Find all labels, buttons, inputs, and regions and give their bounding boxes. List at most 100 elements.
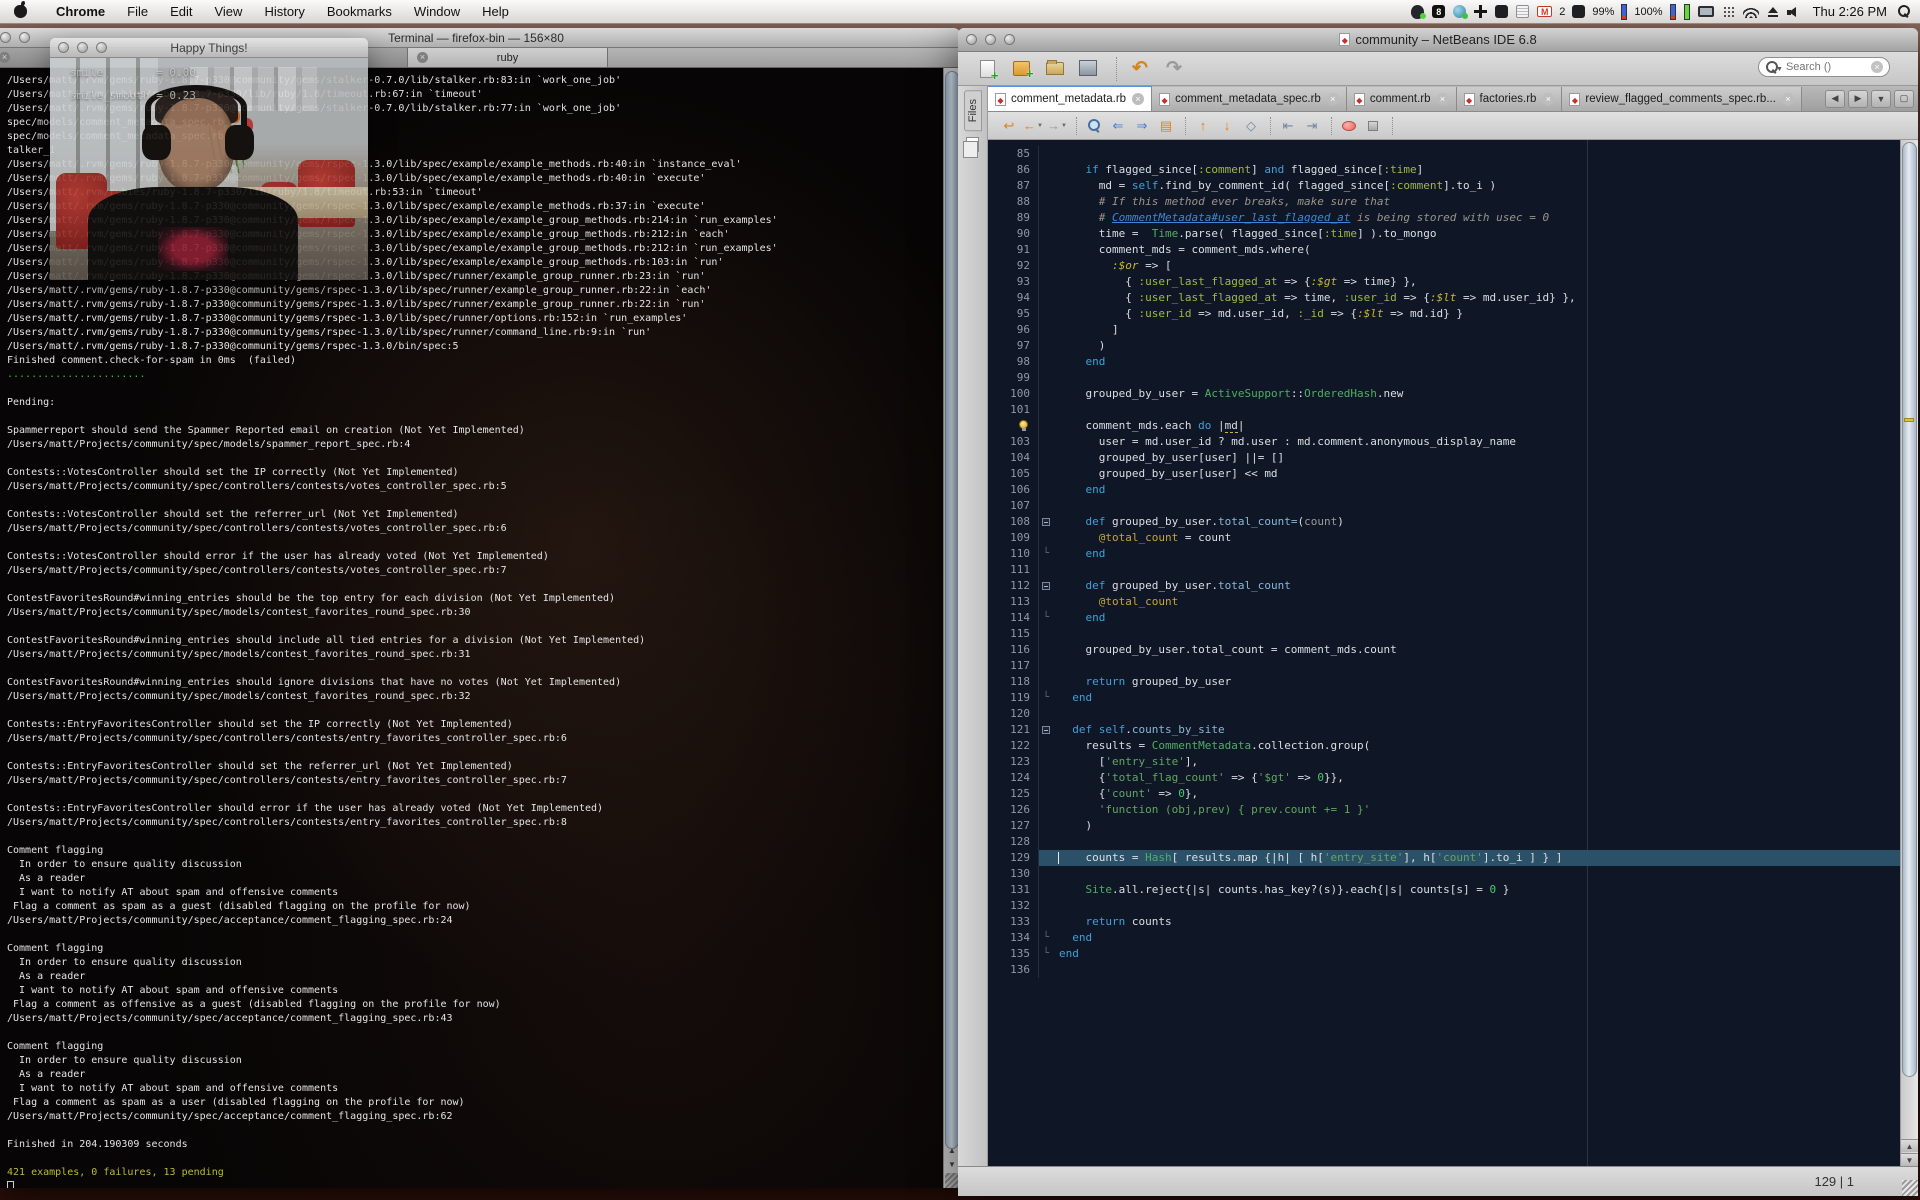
fold-column[interactable] bbox=[1038, 882, 1054, 898]
menu-item-bookmarks[interactable]: Bookmarks bbox=[316, 0, 403, 24]
eject-icon[interactable] bbox=[1767, 0, 1779, 24]
tab-list-chevron-icon[interactable]: ▼ bbox=[1871, 90, 1891, 108]
fold-column[interactable] bbox=[1038, 402, 1054, 418]
fold-column[interactable]: └ bbox=[1038, 690, 1054, 706]
editor-tab-factories-rb[interactable]: factories.rb× bbox=[1457, 87, 1563, 111]
last-edit-location-icon[interactable]: ↩ bbox=[998, 115, 1020, 137]
fold-column[interactable] bbox=[1038, 818, 1054, 834]
fold-column[interactable] bbox=[1038, 594, 1054, 610]
battery-percent-1[interactable]: 99% bbox=[1592, 6, 1614, 18]
fold-column[interactable] bbox=[1038, 466, 1054, 482]
menu-item-window[interactable]: Window bbox=[403, 0, 471, 24]
fold-column[interactable] bbox=[1038, 194, 1054, 210]
fold-column[interactable] bbox=[1038, 210, 1054, 226]
find-previous-icon[interactable]: ⇐ bbox=[1107, 115, 1129, 137]
fold-column[interactable] bbox=[1038, 290, 1054, 306]
fold-column[interactable] bbox=[1038, 338, 1054, 354]
istat-bar-green[interactable] bbox=[1684, 0, 1690, 24]
fold-column[interactable] bbox=[1038, 578, 1054, 594]
tab-close-icon[interactable]: × bbox=[0, 52, 10, 63]
open-project-icon[interactable] bbox=[1040, 55, 1070, 83]
fold-column[interactable] bbox=[1038, 370, 1054, 386]
fold-column[interactable] bbox=[1038, 866, 1054, 882]
menu-item-edit[interactable]: Edit bbox=[159, 0, 203, 24]
save-all-icon[interactable] bbox=[1074, 55, 1104, 83]
toggle-highlight-icon[interactable]: ▤ bbox=[1155, 115, 1177, 137]
tab-close-icon[interactable]: × bbox=[1327, 93, 1339, 105]
menu-item-history[interactable]: History bbox=[253, 0, 315, 24]
istat-bar-2[interactable] bbox=[1670, 0, 1676, 24]
wifi-icon[interactable] bbox=[1743, 0, 1759, 24]
find-next-icon[interactable]: ⇒ bbox=[1131, 115, 1153, 137]
fold-column[interactable] bbox=[1038, 242, 1054, 258]
fold-column[interactable] bbox=[1038, 322, 1054, 338]
next-bookmark-icon[interactable]: ↓ bbox=[1216, 115, 1238, 137]
stop-macro-icon[interactable] bbox=[1362, 115, 1384, 137]
search-input[interactable] bbox=[1786, 61, 1871, 73]
code-editor[interactable]: 85 86 if flagged_since[:comment] and fla… bbox=[988, 140, 1918, 1166]
app-dark-icon-2[interactable] bbox=[1572, 0, 1585, 24]
warning-stripe-mark[interactable] bbox=[1904, 418, 1914, 422]
scroll-up-icon[interactable]: ▲ bbox=[1901, 1139, 1918, 1152]
tab-close-icon[interactable]: × bbox=[417, 52, 428, 63]
shift-left-icon[interactable]: ⇤ bbox=[1277, 115, 1299, 137]
fold-column[interactable] bbox=[1038, 770, 1054, 786]
record-macro-icon[interactable] bbox=[1338, 115, 1360, 137]
netbeans-resize-grip[interactable] bbox=[1902, 1180, 1918, 1196]
gmail-unread-count[interactable]: 2 bbox=[1559, 6, 1565, 18]
new-project-icon[interactable] bbox=[1006, 55, 1036, 83]
search-clear-icon[interactable]: × bbox=[1871, 61, 1883, 73]
undo-icon[interactable]: ↶ bbox=[1125, 55, 1155, 83]
battery-percent-2[interactable]: 100% bbox=[1634, 6, 1662, 18]
fold-column[interactable] bbox=[1038, 226, 1054, 242]
scroll-tabs-right-icon[interactable]: ▶ bbox=[1848, 90, 1868, 108]
menu-item-view[interactable]: View bbox=[203, 0, 253, 24]
search-box[interactable]: ▼ × bbox=[1758, 57, 1890, 77]
redo-icon[interactable]: ↷ bbox=[1159, 55, 1189, 83]
menu-clock[interactable]: Thu 2:26 PM bbox=[1813, 4, 1887, 19]
tab-close-icon[interactable]: × bbox=[1782, 93, 1794, 105]
terminal-scrollbar-thumb[interactable] bbox=[945, 71, 959, 1149]
fold-column[interactable] bbox=[1038, 850, 1054, 866]
fold-column[interactable] bbox=[1038, 354, 1054, 370]
menu-item-chrome[interactable]: Chrome bbox=[45, 0, 116, 24]
fold-column[interactable] bbox=[1038, 562, 1054, 578]
globe-sync-icon[interactable] bbox=[1453, 0, 1466, 24]
fold-column[interactable] bbox=[1038, 162, 1054, 178]
fold-column[interactable]: └ bbox=[1038, 610, 1054, 626]
new-file-icon[interactable] bbox=[972, 55, 1002, 83]
gmail-icon[interactable]: M bbox=[1537, 0, 1552, 24]
find-selection-icon[interactable] bbox=[1083, 115, 1105, 137]
editor-tab-review-flagged-comments-spec-rb-[interactable]: review_flagged_comments_spec.rb...× bbox=[1562, 87, 1802, 111]
fold-column[interactable] bbox=[1038, 914, 1054, 930]
toggle-bookmark-icon[interactable]: ◇ bbox=[1240, 115, 1262, 137]
scroll-down-icon[interactable]: ▼ bbox=[1901, 1153, 1918, 1166]
app-8-icon[interactable]: 8 bbox=[1432, 0, 1445, 24]
terminal-tab-ruby[interactable]: × ruby bbox=[408, 48, 608, 67]
fold-column[interactable] bbox=[1038, 386, 1054, 402]
editor-scrollbar[interactable]: ▲ ▼ bbox=[1900, 140, 1918, 1166]
fold-column[interactable] bbox=[1038, 450, 1054, 466]
menu-item-help[interactable]: Help bbox=[471, 0, 520, 24]
warning-bulb-icon[interactable] bbox=[1019, 420, 1028, 429]
fold-column[interactable] bbox=[1038, 418, 1054, 434]
back-icon[interactable]: ←▼ bbox=[1022, 115, 1044, 137]
fold-column[interactable]: └ bbox=[1038, 546, 1054, 562]
spaces-icon[interactable] bbox=[1722, 0, 1735, 24]
spotlight-icon[interactable] bbox=[1897, 5, 1910, 18]
forward-icon[interactable]: →▼ bbox=[1046, 115, 1068, 137]
fold-column[interactable] bbox=[1038, 802, 1054, 818]
fold-column[interactable] bbox=[1038, 706, 1054, 722]
fold-column[interactable] bbox=[1038, 530, 1054, 546]
fold-column[interactable] bbox=[1038, 658, 1054, 674]
apple-menu-icon[interactable] bbox=[14, 5, 27, 18]
fold-column[interactable] bbox=[1038, 178, 1054, 194]
scroll-tabs-left-icon[interactable]: ◀ bbox=[1825, 90, 1845, 108]
fold-column[interactable]: └ bbox=[1038, 946, 1054, 962]
fold-column[interactable] bbox=[1038, 898, 1054, 914]
calendar-icon[interactable] bbox=[1516, 0, 1529, 24]
menu-item-file[interactable]: File bbox=[116, 0, 159, 24]
editor-scrollbar-thumb[interactable] bbox=[1902, 142, 1917, 1077]
fold-column[interactable] bbox=[1038, 642, 1054, 658]
move-tool-icon[interactable] bbox=[1474, 0, 1487, 24]
